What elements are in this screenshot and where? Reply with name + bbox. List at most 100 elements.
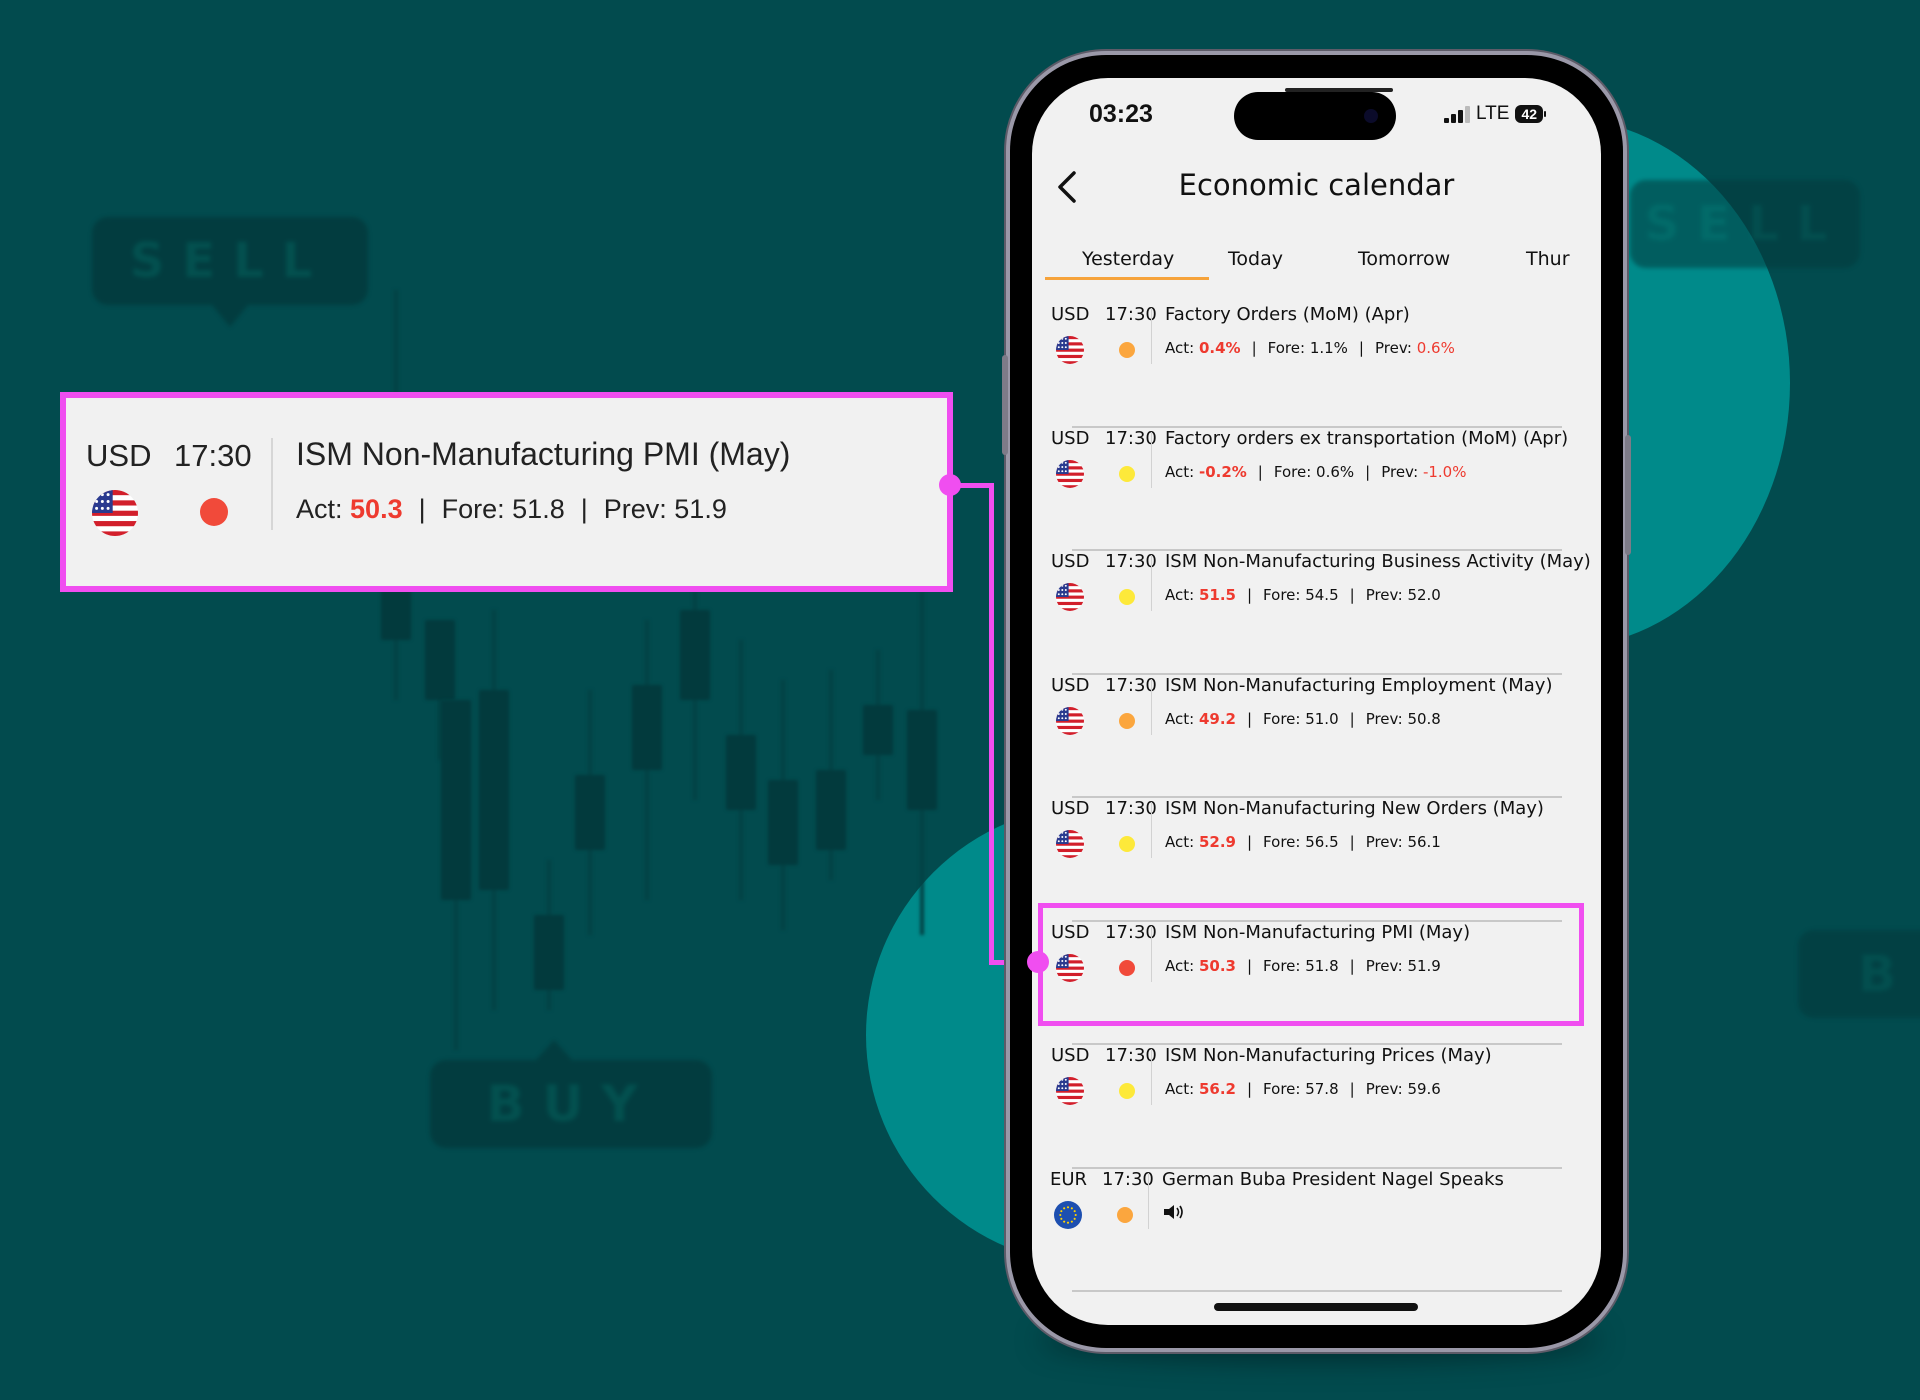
fore-value: 51.8 bbox=[1305, 956, 1339, 975]
event-row[interactable]: USD 17:30 ISM Non-Manufacturing Employme… bbox=[1032, 674, 1601, 798]
fore-label: Fore: bbox=[441, 494, 505, 524]
importance-low-icon bbox=[1119, 836, 1135, 852]
event-row[interactable]: USD 17:30 ISM Non-Manufacturing Business… bbox=[1032, 551, 1601, 675]
candlestick bbox=[534, 860, 564, 1010]
tab-yesterday[interactable]: Yesterday bbox=[1082, 248, 1174, 270]
event-row[interactable]: USD 17:30 ISM Non-Manufacturing New Orde… bbox=[1032, 798, 1601, 922]
day-tabs: Yesterday Today Tomorrow Thur bbox=[1032, 248, 1601, 288]
event-title: Factory orders ex transportation (MoM) (… bbox=[1165, 427, 1569, 449]
fore-label: Fore: bbox=[1263, 1080, 1301, 1098]
fore-value: 56.5 bbox=[1305, 833, 1339, 851]
act-value: 56.2 bbox=[1198, 1080, 1236, 1098]
importance-low-icon bbox=[1119, 589, 1135, 605]
fore-label: Fore: bbox=[1273, 462, 1312, 481]
event-title: ISM Non-Manufacturing New Orders (May) bbox=[1165, 798, 1544, 819]
prev-value: 56.1 bbox=[1407, 833, 1441, 851]
event-currency: USD bbox=[1051, 551, 1090, 572]
event-time: 17:30 bbox=[1105, 1045, 1157, 1066]
prev-value: 51.9 bbox=[674, 494, 727, 524]
event-values: Act: 52.9 | Fore: 56.5 | Prev: 56.1 bbox=[1165, 833, 1441, 851]
phone-frame: 03:23 LTE 42 Economic calendar Yesterday… bbox=[1002, 55, 1631, 1348]
event-row[interactable]: USD 17:30 ISM Non-Manufacturing PMI (May… bbox=[1032, 921, 1601, 1045]
tab-tomorrow[interactable]: Tomorrow bbox=[1358, 248, 1450, 270]
event-title: ISM Non-Manufacturing Employment (May) bbox=[1165, 674, 1553, 696]
act-label: Act: bbox=[1165, 339, 1195, 357]
fore-label: Fore: bbox=[1263, 956, 1301, 975]
event-title: ISM Non-Manufacturing Prices (May) bbox=[1165, 1045, 1492, 1066]
eu-flag-icon bbox=[1054, 1200, 1082, 1229]
importance-low-icon bbox=[1119, 1083, 1135, 1099]
act-label: Act: bbox=[1165, 833, 1195, 851]
prev-label: Prev: bbox=[1365, 833, 1403, 851]
row-separator bbox=[1151, 431, 1152, 488]
dynamic-island bbox=[1234, 92, 1396, 140]
callout-separator bbox=[271, 438, 273, 530]
candlestick bbox=[441, 700, 471, 1050]
event-row[interactable]: EUR 17:30 German Buba President Nagel Sp… bbox=[1032, 1168, 1601, 1292]
event-row[interactable]: USD 17:30 Factory orders ex transportati… bbox=[1032, 427, 1601, 551]
act-label: Act: bbox=[1165, 1080, 1195, 1098]
us-flag-icon bbox=[1056, 1077, 1084, 1105]
act-label: Act: bbox=[1165, 956, 1195, 975]
event-values: Act: 50.3 | Fore: 51.8 | Prev: 51.9 bbox=[1165, 956, 1441, 975]
candlestick bbox=[863, 650, 893, 800]
prev-value: 0.6% bbox=[1416, 339, 1455, 357]
camera-icon bbox=[1364, 109, 1378, 123]
fore-value: 0.6% bbox=[1316, 462, 1355, 481]
event-currency: USD bbox=[1051, 921, 1090, 943]
event-row[interactable]: USD 17:30 ISM Non-Manufacturing Prices (… bbox=[1032, 1045, 1601, 1169]
importance-high-icon bbox=[200, 498, 228, 526]
candlestick bbox=[575, 690, 605, 935]
prev-value: 59.6 bbox=[1407, 1080, 1441, 1098]
home-indicator[interactable] bbox=[1214, 1303, 1418, 1311]
row-separator bbox=[1151, 1049, 1152, 1105]
fore-value: 1.1% bbox=[1309, 339, 1348, 357]
candlestick bbox=[680, 590, 710, 800]
row-separator bbox=[1151, 555, 1152, 611]
us-flag-icon bbox=[92, 490, 138, 536]
speaker-icon bbox=[1164, 1204, 1183, 1219]
us-flag-icon bbox=[1056, 336, 1084, 364]
fore-value: 54.5 bbox=[1305, 586, 1339, 604]
us-flag-icon bbox=[1056, 830, 1084, 858]
act-value: 51.5 bbox=[1198, 586, 1236, 604]
us-flag-icon bbox=[1056, 706, 1084, 735]
event-currency: EUR bbox=[1050, 1168, 1088, 1190]
fore-label: Fore: bbox=[1263, 833, 1301, 851]
prev-label: Prev: bbox=[1374, 339, 1412, 357]
event-values: Act: 0.4% | Fore: 1.1% | Prev: 0.6% bbox=[1165, 339, 1455, 357]
tab-thursday[interactable]: Thur bbox=[1526, 248, 1570, 270]
event-title: ISM Non-Manufacturing Business Activity … bbox=[1165, 551, 1591, 572]
event-title: Factory Orders (MoM) (Apr) bbox=[1165, 304, 1410, 325]
event-row[interactable]: USD 17:30 Factory Orders (MoM) (Apr) Act… bbox=[1032, 304, 1601, 428]
prev-label: Prev: bbox=[1365, 1080, 1403, 1098]
connector-line-v bbox=[989, 483, 994, 965]
row-separator bbox=[1151, 308, 1152, 364]
tab-today[interactable]: Today bbox=[1228, 248, 1283, 270]
event-time: 17:30 bbox=[1105, 674, 1157, 696]
bg-sell-tag: SELL bbox=[92, 217, 368, 327]
phone-button-left bbox=[1002, 355, 1008, 455]
act-value: -0.2% bbox=[1198, 462, 1247, 481]
event-callout: USD 17:30 ISM Non-Manufacturing PMI (May… bbox=[60, 392, 953, 592]
bg-buy-label: BUY bbox=[486, 1075, 656, 1133]
us-flag-icon bbox=[1056, 459, 1084, 488]
event-currency: USD bbox=[1051, 304, 1090, 325]
callout-title: ISM Non-Manufacturing PMI (May) bbox=[296, 436, 791, 472]
prev-label: Prev: bbox=[603, 494, 667, 524]
event-currency: USD bbox=[1051, 1045, 1090, 1066]
importance-medium-icon bbox=[1119, 342, 1135, 358]
act-label: Act: bbox=[296, 494, 343, 524]
bg-buy-tag: BUY bbox=[430, 1040, 712, 1148]
bg-sell-label: SELL bbox=[129, 233, 331, 289]
event-time: 17:30 bbox=[1105, 304, 1157, 325]
candlestick bbox=[768, 680, 798, 930]
act-value: 0.4% bbox=[1198, 339, 1241, 357]
signal-bars-icon bbox=[1444, 105, 1470, 123]
prev-label: Prev: bbox=[1365, 709, 1403, 728]
event-time: 17:30 bbox=[1105, 427, 1157, 449]
event-time: 17:30 bbox=[1105, 551, 1157, 572]
prev-value: 50.8 bbox=[1407, 709, 1441, 728]
fore-label: Fore: bbox=[1263, 586, 1301, 604]
prev-label: Prev: bbox=[1365, 956, 1403, 975]
